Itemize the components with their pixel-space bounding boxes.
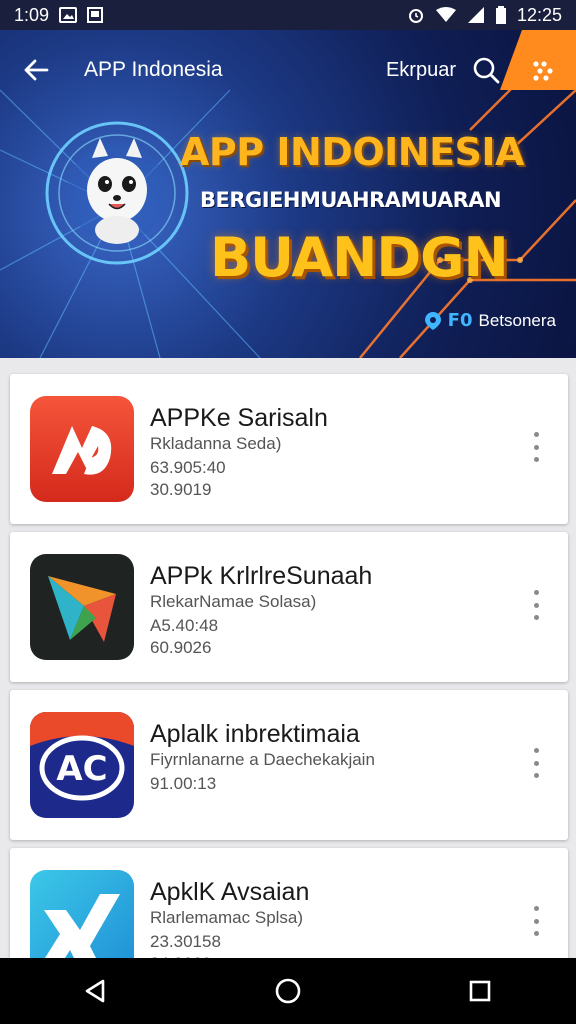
app-developer: RlekarNamae Solasa) [150,592,317,611]
wifi-icon [435,7,457,23]
app-bar-title: APP Indonesia [84,58,223,81]
dots-grid-icon [533,61,553,81]
status-time: 1:09 [14,4,50,25]
explore-action-button[interactable]: Ekrpuar [386,59,456,82]
app-meta: 63.905:40 [150,458,226,477]
image-notification-icon [87,7,104,23]
svg-text:AC: AC [56,749,107,789]
hero-banner: APP Indonesia Ekrpuar APP INDOINESIA BER… [0,30,576,358]
back-arrow-icon [24,59,49,81]
more-options-button[interactable] [526,906,546,936]
brand-mark: F0 [447,310,473,331]
search-button[interactable] [466,50,506,90]
hero-brand: F0 Betsonera [424,310,556,331]
menu-grid-button[interactable] [528,56,558,86]
app-meta: 91.00:13 [150,774,217,793]
list-item[interactable]: AC Aplalk inbrektimaia Fiyrnlanarne a Da… [10,690,568,840]
more-options-button[interactable] [526,432,546,462]
app-name: APPk KrlrlreSunaah [150,562,373,590]
hero-headline: BUANDGN [210,226,509,289]
nav-recents-button[interactable] [450,961,510,1021]
triangle-back-icon [85,979,105,1003]
system-nav-bar [0,958,576,1024]
status-clock: 12:25 [516,4,562,25]
square-recents-icon [469,980,491,1002]
app-developer: Rkladanna Seda) [150,434,282,453]
mascot-icon [45,121,189,265]
battery-icon [495,6,507,24]
signal-icon [467,6,485,24]
app-developer: Rlarlemamac Splsa) [150,908,304,927]
arrow-app-icon [30,554,134,660]
list-item[interactable]: APPk KrlrlreSunaah RlekarNamae Solasa) A… [10,532,568,682]
app-meta: 23.30158 [150,932,221,951]
nav-home-button[interactable] [258,961,318,1021]
nav-back-button[interactable] [66,961,126,1021]
location-pin-icon [424,311,441,330]
app-meta-secondary: 30.9019 [150,480,212,499]
hero-title: APP INDOINESIA [180,130,524,174]
app-meta: A5.40:48 [150,616,219,635]
hero-subtitle: BERGIEHMUAHRAMUARAN [200,188,502,212]
list-item[interactable]: APPKe Sarisaln Rkladanna Seda) 63.905:40… [10,374,568,524]
circle-home-icon [275,978,301,1004]
more-options-button[interactable] [526,748,546,778]
app-list: APPKe Sarisaln Rkladanna Seda) 63.905:40… [10,374,568,1006]
more-options-button[interactable] [526,590,546,620]
alarm-icon [407,6,425,24]
back-button[interactable] [14,48,58,92]
photo-notification-icon [59,7,78,23]
app-meta-secondary: 60.9026 [150,638,212,657]
app-developer: Fiyrnlanarne a Daechekakjain [150,750,375,769]
top-app-bar: APP Indonesia Ekrpuar [0,48,576,92]
ac-app-icon: AC [30,712,134,818]
app-name: ApklK Avsaian [150,878,310,906]
search-icon [473,57,500,84]
brand-name: Betsonera [478,310,557,330]
red-app-icon [30,396,134,502]
app-name: APPKe Sarisaln [150,404,328,432]
status-bar: 1:09 12:25 [0,0,576,30]
app-name: Aplalk inbrektimaia [150,720,360,748]
